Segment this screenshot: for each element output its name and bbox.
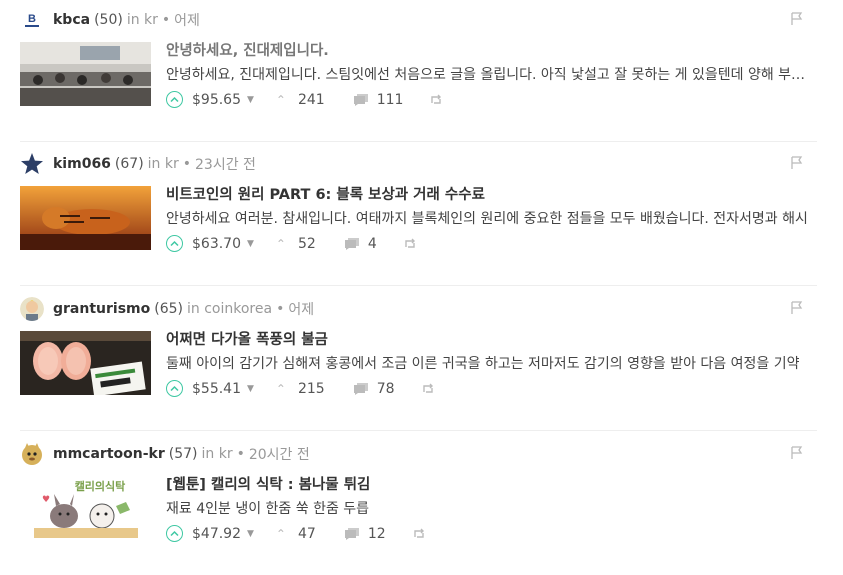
comment-icon[interactable] bbox=[353, 93, 369, 106]
comment-count[interactable]: 4 bbox=[368, 236, 377, 252]
post-item: kim066 (67) in kr • 23시간 전 비트코인의 원리 PART… bbox=[20, 150, 817, 286]
resteem-icon[interactable] bbox=[429, 94, 443, 105]
post-excerpt[interactable]: 안녕하세요, 진대제입니다. 스팀잇에선 처음으로 글을 올립니다. 아직 낯설… bbox=[166, 64, 816, 84]
caret-down-icon[interactable]: ▼ bbox=[247, 95, 254, 105]
resteem-icon[interactable] bbox=[421, 383, 435, 394]
post-category[interactable]: in kr bbox=[202, 446, 233, 462]
meta-separator: • bbox=[161, 12, 171, 28]
post-time[interactable]: 어제 bbox=[288, 299, 314, 319]
post-thumbnail[interactable]: 캘리의식탁 ♥ bbox=[20, 476, 151, 540]
upvote-button[interactable] bbox=[166, 91, 183, 108]
comment-count[interactable]: 111 bbox=[377, 92, 404, 108]
post-item: granturismo (65) in coinkorea • 어제 어쩌면 다… bbox=[20, 295, 817, 431]
post-title[interactable]: 비트코인의 원리 PART 6: 블록 보상과 거래 수수료 bbox=[166, 183, 485, 204]
caret-down-icon[interactable]: ▼ bbox=[247, 529, 254, 539]
post-thumbnail[interactable] bbox=[20, 42, 151, 106]
flag-icon[interactable] bbox=[791, 301, 803, 315]
svg-text:캘리의식탁: 캘리의식탁 bbox=[75, 479, 126, 493]
chevron-up-icon bbox=[170, 96, 179, 103]
post-footer: $95.65 ▼ ⌃ 241 111 bbox=[166, 91, 443, 108]
meta-separator: • bbox=[236, 446, 245, 462]
post-time[interactable]: 20시간 전 bbox=[249, 444, 310, 464]
vote-count[interactable]: 47 bbox=[298, 526, 316, 542]
payout-value[interactable]: $63.70 bbox=[192, 236, 241, 252]
author-name[interactable]: mmcartoon-kr bbox=[53, 446, 165, 462]
flag-icon[interactable] bbox=[791, 156, 803, 170]
author-avatar[interactable]: B bbox=[20, 8, 44, 32]
post-category[interactable]: in kr bbox=[127, 12, 158, 28]
vote-count[interactable]: 241 bbox=[298, 92, 325, 108]
author-reputation: (67) bbox=[114, 156, 144, 172]
post-title[interactable]: 어쩌면 다가올 폭풍의 불금 bbox=[166, 328, 328, 349]
post-excerpt[interactable]: 안녕하세요 여러분. 참새입니다. 여태까지 블록체인의 원리에 중요한 점들을… bbox=[166, 208, 816, 228]
post-footer: $47.92 ▼ ⌃ 47 12 bbox=[166, 525, 426, 542]
post-title[interactable]: 안녕하세요, 진대제입니다. bbox=[166, 39, 329, 60]
payout-value[interactable]: $47.92 bbox=[192, 526, 241, 542]
comment-icon[interactable] bbox=[344, 527, 360, 540]
vote-count[interactable]: 215 bbox=[298, 381, 325, 397]
resteem-icon[interactable] bbox=[403, 238, 417, 249]
post-item: mmcartoon-kr (57) in kr • 20시간 전 캘리의식탁 ♥ … bbox=[20, 440, 817, 575]
post-excerpt[interactable]: 둘째 아이의 감기가 심해져 홍콩에서 조금 이른 귀국을 하고는 저마저도 감… bbox=[166, 353, 816, 373]
upvote-button[interactable] bbox=[166, 525, 183, 542]
author-reputation: (50) bbox=[94, 12, 123, 28]
author-avatar[interactable] bbox=[20, 442, 44, 466]
comment-count[interactable]: 12 bbox=[368, 526, 386, 542]
author-name[interactable]: granturismo bbox=[53, 301, 150, 317]
post-time[interactable]: 23시간 전 bbox=[195, 154, 256, 174]
chevron-up-icon bbox=[170, 385, 179, 392]
caret-down-icon[interactable]: ▼ bbox=[247, 384, 254, 394]
chevron-up-icon: ⌃ bbox=[275, 92, 286, 107]
post-header: granturismo (65) in coinkorea • 어제 bbox=[20, 295, 314, 323]
chevron-up-icon: ⌃ bbox=[275, 236, 286, 251]
post-excerpt[interactable]: 재료 4인분 냉이 한줌 쑥 한줌 두릅 bbox=[166, 498, 816, 518]
meta-separator: • bbox=[276, 301, 285, 317]
post-header: mmcartoon-kr (57) in kr • 20시간 전 bbox=[20, 440, 310, 468]
chevron-up-icon: ⌃ bbox=[275, 381, 286, 396]
author-name[interactable]: kbca bbox=[53, 12, 90, 28]
post-thumbnail[interactable] bbox=[20, 186, 151, 250]
post-category[interactable]: in kr bbox=[148, 156, 179, 172]
post-header: kim066 (67) in kr • 23시간 전 bbox=[20, 150, 256, 178]
flag-icon[interactable] bbox=[791, 12, 803, 26]
resteem-icon[interactable] bbox=[412, 528, 426, 539]
author-avatar[interactable] bbox=[20, 152, 44, 176]
payout-value[interactable]: $55.41 bbox=[192, 381, 241, 397]
flag-icon[interactable] bbox=[791, 446, 803, 460]
svg-text:B: B bbox=[28, 13, 36, 25]
chevron-up-icon bbox=[170, 240, 179, 247]
author-avatar[interactable] bbox=[20, 297, 44, 321]
author-name[interactable]: kim066 bbox=[53, 156, 111, 172]
payout-value[interactable]: $95.65 bbox=[192, 92, 241, 108]
post-category[interactable]: in coinkorea bbox=[187, 301, 272, 317]
meta-separator: • bbox=[182, 156, 192, 172]
author-reputation: (65) bbox=[154, 301, 183, 317]
vote-count[interactable]: 52 bbox=[298, 236, 316, 252]
post-thumbnail[interactable] bbox=[20, 331, 151, 395]
post-item: B kbca (50) in kr • 어제 안녕하세요, 진대제입니다. 안녕… bbox=[20, 6, 817, 142]
upvote-button[interactable] bbox=[166, 380, 183, 397]
comment-icon[interactable] bbox=[353, 382, 369, 395]
chevron-up-icon bbox=[170, 530, 179, 537]
chevron-up-icon: ⌃ bbox=[275, 526, 286, 541]
comment-icon[interactable] bbox=[344, 237, 360, 250]
post-footer: $63.70 ▼ ⌃ 52 4 bbox=[166, 235, 417, 252]
svg-text:♥: ♥ bbox=[42, 495, 50, 505]
post-time[interactable]: 어제 bbox=[174, 10, 200, 30]
post-title[interactable]: [웹툰] 캘리의 식탁 : 봄나물 튀김 bbox=[166, 473, 370, 494]
caret-down-icon[interactable]: ▼ bbox=[247, 239, 254, 249]
comment-count[interactable]: 78 bbox=[377, 381, 395, 397]
upvote-button[interactable] bbox=[166, 235, 183, 252]
post-footer: $55.41 ▼ ⌃ 215 78 bbox=[166, 380, 435, 397]
post-header: B kbca (50) in kr • 어제 bbox=[20, 6, 200, 34]
author-reputation: (57) bbox=[168, 446, 198, 462]
